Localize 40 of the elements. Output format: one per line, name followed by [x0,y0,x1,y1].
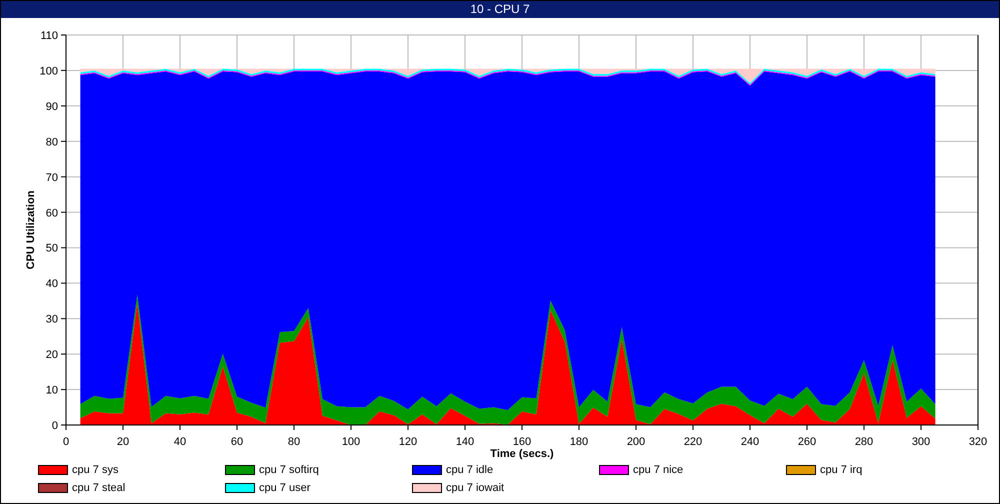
tick-label: 160 [512,436,532,448]
axis-title: Time (secs.) [490,448,554,460]
legend-label: cpu 7 idle [446,464,494,476]
tick-label: 10 [46,384,58,397]
tick-label: 280 [854,436,874,448]
tick-label: 300 [912,436,930,448]
tick-label: 80 [46,136,58,148]
tick-label: 40 [174,436,186,448]
tick-label: 220 [684,436,702,448]
tick-label: 0 [62,436,70,448]
tick-label: 100 [342,436,360,448]
tick-label: 140 [456,436,474,448]
tick-label: 40 [46,278,58,290]
axis-title: CPU Utilization [25,190,37,270]
legend-label: cpu 7 sys [72,464,118,476]
tick-label: 20 [116,436,130,448]
tick-label: 180 [570,436,588,448]
tick-label: 70 [46,172,58,184]
tick-label: 120 [398,436,418,448]
tick-label: 60 [46,207,58,220]
tick-label: 200 [626,436,646,448]
tick-label: 320 [968,436,988,448]
tick-label: 110 [40,30,58,42]
tick-label: 100 [40,65,58,78]
tick-label: 60 [230,436,244,448]
tick-label: 50 [46,242,58,255]
legend-label: cpu 7 iowait [446,482,504,494]
window-title: 10 - CPU 7 [1,1,999,18]
legend-label: cpu 7 user [259,482,310,494]
legend-label: cpu 7 nice [633,464,684,476]
tick-label: 260 [798,436,816,448]
tick-label: 240 [740,436,760,448]
tick-label: 30 [46,314,58,326]
tick-label: 0 [52,420,58,432]
legend-label: cpu 7 irq [820,464,862,476]
tick-label: 20 [46,349,58,362]
tick-label: 80 [288,436,300,448]
legend-label: cpu 7 softirq [259,464,319,476]
tick-label: 90 [46,100,58,113]
legend-label: cpu 7 steal [72,482,126,494]
